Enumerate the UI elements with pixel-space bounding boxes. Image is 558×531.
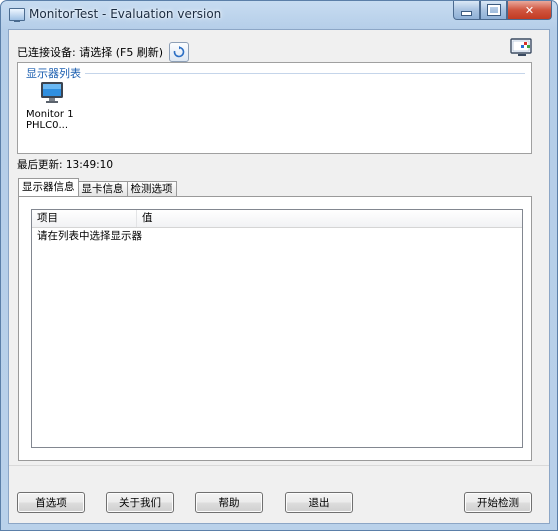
table-row[interactable]: 请在列表中选择显示器 <box>32 228 522 244</box>
maximize-icon <box>486 4 501 16</box>
monitor-list-item[interactable]: Monitor 1 PHLC0... <box>26 81 78 131</box>
group-divider <box>26 73 525 74</box>
monitor-list-title: 显示器列表 <box>26 65 85 81</box>
monitor-list-group: 显示器列表 Monitor 1 PHLC0... <box>17 62 532 154</box>
tab-monitor-info[interactable]: 显示器信息 <box>18 178 79 196</box>
about-button[interactable]: 关于我们 <box>106 492 174 513</box>
list-header: 项目 值 <box>32 210 522 228</box>
last-update-text: 最后更新: 13:49:10 <box>17 159 114 171</box>
app-window: MonitorTest - Evaluation version ✕ 已连接设备… <box>0 0 558 531</box>
close-button[interactable]: ✕ <box>507 1 552 20</box>
monitor-name: Monitor 1 <box>26 109 74 120</box>
start-test-button[interactable]: 开始检测 <box>464 492 532 513</box>
minimize-icon <box>461 10 472 16</box>
tab-graphics-info[interactable]: 显卡信息 <box>77 181 128 196</box>
minimize-button[interactable] <box>453 1 480 20</box>
refresh-button[interactable] <box>169 42 190 62</box>
connection-row: 已连接设备: 请选择 (F5 刷新) <box>17 42 190 62</box>
tab-panel: 项目 值 请在列表中选择显示器 <box>18 196 532 461</box>
display-settings-icon[interactable] <box>509 36 535 58</box>
maximize-button[interactable] <box>480 1 507 20</box>
app-monitor-icon <box>9 8 25 22</box>
tab-test-options[interactable]: 检测选项 <box>126 181 177 196</box>
footer-divider <box>9 465 549 466</box>
row-item-text: 请在列表中选择显示器 <box>37 230 142 242</box>
preferences-button[interactable]: 首选项 <box>17 492 85 513</box>
exit-button[interactable]: 退出 <box>285 492 353 513</box>
title-bar[interactable]: MonitorTest - Evaluation version ✕ <box>1 1 557 29</box>
main-client-area: 已连接设备: 请选择 (F5 刷新) 显示器列表 Monitor 1 PHLC0… <box>8 29 550 524</box>
monitor-icon <box>41 82 63 103</box>
column-header-value[interactable]: 值 <box>137 210 522 227</box>
column-header-item[interactable]: 项目 <box>32 210 137 227</box>
window-title: MonitorTest - Evaluation version <box>29 7 222 21</box>
monitor-model: PHLC0... <box>26 120 69 131</box>
caption-buttons: ✕ <box>453 1 552 21</box>
info-list-view[interactable]: 项目 值 请在列表中选择显示器 <box>31 209 523 448</box>
connected-device-label: 已连接设备: 请选择 (F5 刷新) <box>17 46 164 59</box>
refresh-icon <box>173 46 185 58</box>
close-icon: ✕ <box>524 3 535 17</box>
info-tabs: 显示器信息 显卡信息 检测选项 <box>18 178 177 196</box>
help-button[interactable]: 帮助 <box>195 492 263 513</box>
